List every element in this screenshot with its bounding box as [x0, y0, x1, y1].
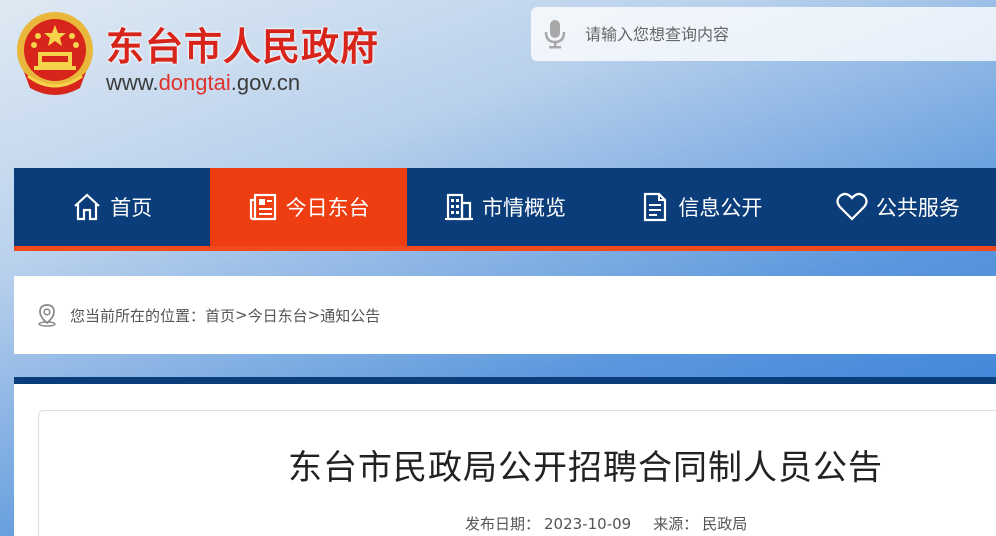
nav-item-label: 首页	[110, 196, 153, 220]
nav-item-services[interactable]: 公共服务	[800, 168, 996, 246]
site-url: www.dongtai.gov.cn	[106, 70, 301, 95]
nav-item-label: 公共服务	[875, 196, 960, 220]
article-meta: 发布日期： 2023-10-09 来源： 民政局	[465, 513, 751, 534]
nav-item-label: 市情概览	[482, 196, 567, 220]
site-header: 东台市人民政府 www.dongtai.gov.cn	[0, 0, 996, 168]
search-box	[531, 7, 996, 61]
breadcrumb: 您当前所在的位置： 首页 > 今日东台 > 通知公告	[14, 276, 996, 354]
breadcrumb-notices[interactable]: 通知公告	[320, 305, 380, 326]
nav-item-label: 信息公开	[678, 196, 763, 220]
location-pin-icon	[36, 303, 58, 327]
site-title[interactable]: 东台市人民政府	[106, 16, 379, 71]
source-label: 来源：	[653, 515, 699, 533]
search-input[interactable]	[585, 24, 965, 44]
document-icon	[644, 192, 667, 222]
nav-item-home[interactable]: 首页	[14, 168, 210, 246]
nav-item-today[interactable]: 今日东台	[210, 168, 407, 246]
breadcrumb-today[interactable]: 今日东台	[248, 305, 308, 326]
publish-date: 2023-10-09	[544, 515, 632, 533]
breadcrumb-prefix: 您当前所在的位置：	[70, 306, 206, 325]
nav-item-label: 今日东台	[285, 196, 370, 220]
national-emblem-icon[interactable]	[14, 10, 96, 96]
main-nav: 首页 今日东台 市情概览 信息公开 公共服务	[14, 168, 996, 251]
building-icon	[445, 193, 474, 221]
newspaper-icon	[249, 193, 276, 221]
heart-icon	[836, 192, 868, 221]
breadcrumb-home[interactable]: 首页	[205, 305, 235, 326]
breadcrumb-separator: >	[307, 306, 321, 324]
nav-item-info[interactable]: 信息公开	[603, 168, 799, 246]
home-icon	[74, 193, 100, 221]
article-source: 民政局	[702, 515, 748, 533]
breadcrumb-separator: >	[235, 306, 248, 324]
nav-item-overview[interactable]: 市情概览	[407, 168, 603, 246]
article-title: 东台市民政局公开招聘合同制人员公告	[288, 448, 883, 488]
microphone-icon[interactable]	[533, 7, 577, 61]
date-label: 发布日期：	[465, 515, 541, 533]
